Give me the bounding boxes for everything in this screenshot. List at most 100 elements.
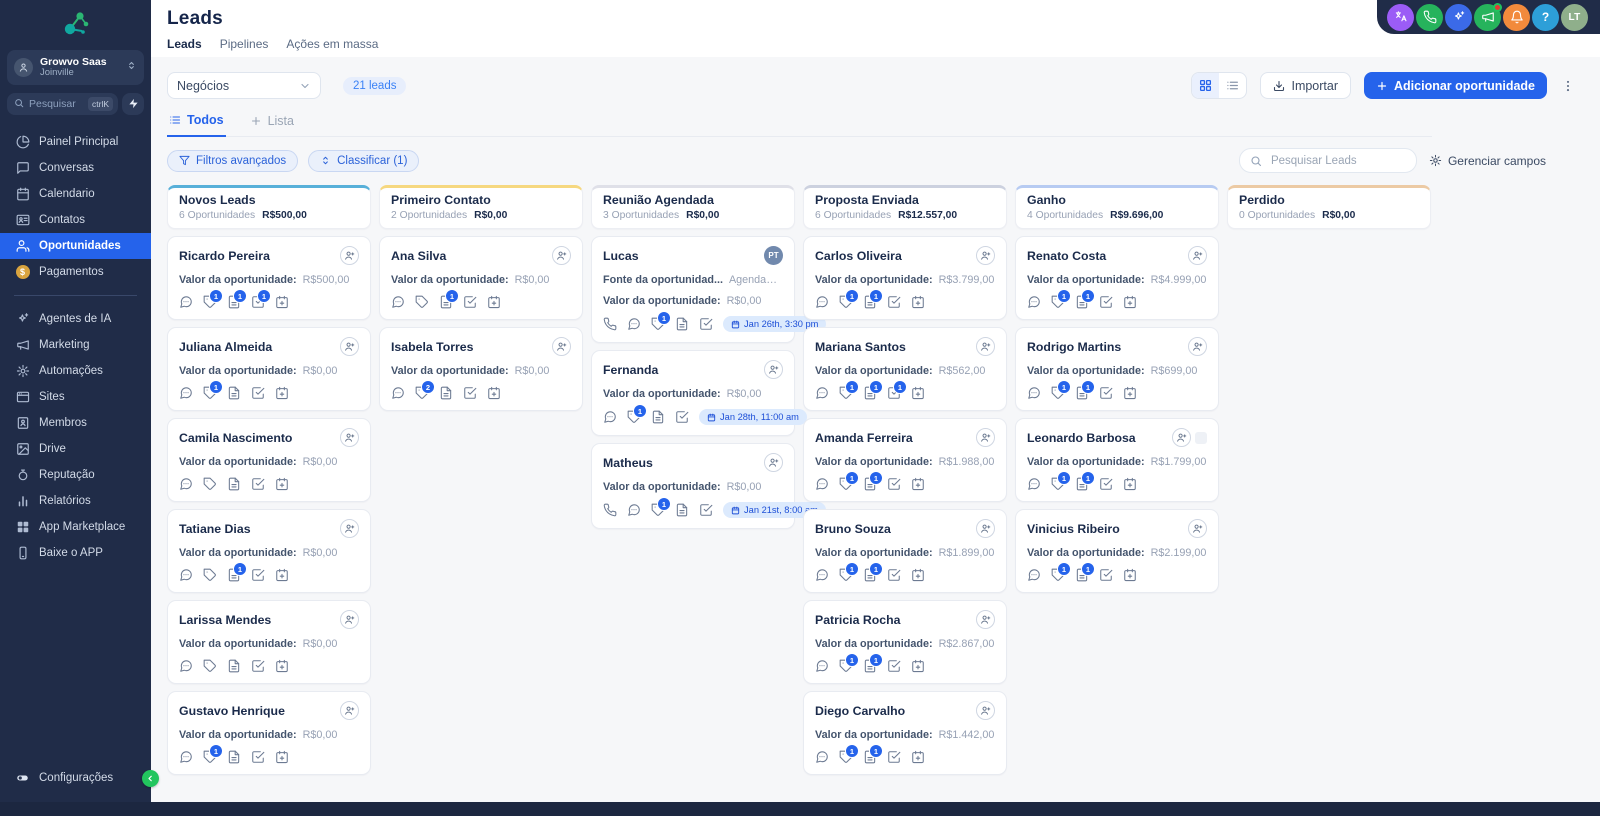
card-task-icon[interactable]: [699, 317, 713, 331]
assign-user-button[interactable]: [976, 610, 995, 629]
opportunity-card[interactable]: Juliana Almeida Valor da oportunidade: R…: [167, 327, 371, 411]
sidebar-item-calendar[interactable]: Calendario: [0, 181, 151, 207]
column-header[interactable]: Primeiro Contato 2 Oportunidades R$0,00: [379, 185, 583, 229]
assign-user-button[interactable]: [552, 246, 571, 265]
sidebar-item-reports[interactable]: Relatórios: [0, 488, 151, 514]
card-chat-icon[interactable]: [179, 477, 193, 491]
card-calendar-icon[interactable]: [911, 477, 925, 491]
card-phone-icon[interactable]: [603, 503, 617, 517]
card-chat-icon[interactable]: [391, 386, 405, 400]
card-task-icon[interactable]: [887, 295, 901, 309]
header-nav-a-es-em-massa[interactable]: Ações em massa: [286, 37, 378, 51]
card-note-icon[interactable]: [651, 410, 665, 424]
header-action-translate[interactable]: [1387, 3, 1414, 31]
card-note-icon[interactable]: [227, 477, 241, 491]
header-action-sparkles[interactable]: [1445, 3, 1472, 31]
opportunity-card[interactable]: Vinicius Ribeiro Valor da oportunidade: …: [1015, 509, 1219, 593]
card-chat-icon[interactable]: [815, 386, 829, 400]
opportunity-card[interactable]: Patricia Rocha Valor da oportunidade: R$…: [803, 600, 1007, 684]
sidebar-item-reputation[interactable]: Reputação: [0, 462, 151, 488]
header-nav-pipelines[interactable]: Pipelines: [220, 37, 269, 51]
sort-button[interactable]: Classificar (1): [308, 149, 420, 172]
card-phone-icon[interactable]: [603, 317, 617, 331]
opportunity-card[interactable]: Ricardo Pereira Valor da oportunidade: R…: [167, 236, 371, 320]
card-chat-icon[interactable]: [179, 568, 193, 582]
opportunity-card[interactable]: Gustavo Henrique Valor da oportunidade: …: [167, 691, 371, 775]
sidebar-item-marketplace[interactable]: App Marketplace: [0, 514, 151, 540]
sidebar-item-mobile-app[interactable]: Baixe o APP: [0, 540, 151, 566]
sidebar-item-dashboard[interactable]: Painel Principal: [0, 129, 151, 155]
assign-user-button[interactable]: [1188, 246, 1207, 265]
card-chat-icon[interactable]: [1027, 386, 1041, 400]
opportunity-card[interactable]: Bruno Souza Valor da oportunidade: R$1.8…: [803, 509, 1007, 593]
card-note-icon[interactable]: 1: [439, 289, 459, 309]
card-task-icon[interactable]: 1: [251, 289, 271, 309]
card-calendar-icon[interactable]: [1123, 295, 1137, 309]
card-calendar-icon[interactable]: [911, 386, 925, 400]
assign-user-button[interactable]: [340, 701, 359, 720]
assign-user-button[interactable]: [340, 610, 359, 629]
assign-user-button[interactable]: [552, 337, 571, 356]
card-note-icon[interactable]: 1: [863, 562, 883, 582]
card-task-icon[interactable]: [887, 568, 901, 582]
assign-user-button[interactable]: [764, 360, 783, 379]
opportunity-card[interactable]: Isabela Torres Valor da oportunidade: R$…: [379, 327, 583, 411]
assign-user-button[interactable]: [976, 701, 995, 720]
card-task-icon[interactable]: [251, 750, 265, 764]
list-view-button[interactable]: [1219, 73, 1246, 98]
grid-view-button[interactable]: [1192, 73, 1220, 98]
card-calendar-icon[interactable]: [911, 750, 925, 764]
sidebar-item-payments[interactable]: $ Pagamentos: [0, 259, 151, 285]
card-tag-icon[interactable]: [203, 659, 217, 673]
sidebar-item-members[interactable]: Membros: [0, 410, 151, 436]
opportunity-card[interactable]: Leonardo Barbosa Valor da oportunidade: …: [1015, 418, 1219, 502]
card-task-icon[interactable]: [251, 659, 265, 673]
assign-user-button[interactable]: [340, 428, 359, 447]
card-chat-icon[interactable]: [603, 410, 617, 424]
app-logo[interactable]: [0, 0, 151, 48]
assign-user-button[interactable]: [976, 519, 995, 538]
assign-user-button[interactable]: [340, 246, 359, 265]
card-chat-icon[interactable]: [815, 750, 829, 764]
card-calendar-icon[interactable]: [275, 568, 289, 582]
opportunity-card[interactable]: Diego Carvalho Valor da oportunidade: R$…: [803, 691, 1007, 775]
card-tag-icon[interactable]: 1: [627, 404, 647, 424]
card-calendar-icon[interactable]: [1123, 477, 1137, 491]
sidebar-collapse-button[interactable]: [142, 770, 159, 787]
sidebar-item-contacts[interactable]: Contatos: [0, 207, 151, 233]
card-note-icon[interactable]: 1: [1075, 471, 1095, 491]
card-note-icon[interactable]: 1: [1075, 289, 1095, 309]
opportunity-card[interactable]: Mariana Santos Valor da oportunidade: R$…: [803, 327, 1007, 411]
card-tag-icon[interactable]: 1: [1051, 289, 1071, 309]
sidebar-item-conversations[interactable]: Conversas: [0, 155, 151, 181]
card-task-icon[interactable]: [887, 659, 901, 673]
card-note-icon[interactable]: 1: [863, 471, 883, 491]
advanced-filters-button[interactable]: Filtros avançados: [167, 149, 299, 172]
appointment-chip[interactable]: Jan 28th, 11:00 am: [699, 409, 807, 425]
card-note-icon[interactable]: 1: [1075, 562, 1095, 582]
sidebar-item-marketing[interactable]: Marketing: [0, 332, 151, 358]
card-chat-icon[interactable]: [627, 317, 641, 331]
opportunity-card[interactable]: Fernanda Valor da oportunidade: R$0,00 1…: [591, 350, 807, 436]
card-chat-icon[interactable]: [179, 386, 193, 400]
card-chat-icon[interactable]: [179, 659, 193, 673]
column-header[interactable]: Perdido 0 Oportunidades R$0,00: [1227, 185, 1431, 229]
card-chat-icon[interactable]: [179, 295, 193, 309]
more-options-button[interactable]: [1560, 79, 1576, 93]
sidebar-search-input[interactable]: Pesquisar ctrlK: [7, 92, 118, 115]
opportunity-card[interactable]: Amanda Ferreira Valor da oportunidade: R…: [803, 418, 1007, 502]
card-task-icon[interactable]: [699, 503, 713, 517]
card-tag-icon[interactable]: 1: [839, 471, 859, 491]
assign-user-button[interactable]: [976, 246, 995, 265]
card-tag-icon[interactable]: 1: [1051, 380, 1071, 400]
card-tag-icon[interactable]: 1: [839, 289, 859, 309]
header-action-bell[interactable]: [1503, 3, 1530, 31]
sidebar-item-sites[interactable]: Sites: [0, 384, 151, 410]
card-note-icon[interactable]: [675, 503, 689, 517]
opportunity-card[interactable]: Matheus Valor da oportunidade: R$0,00 1 …: [591, 443, 826, 529]
opportunity-card[interactable]: Carlos Oliveira Valor da oportunidade: R…: [803, 236, 1007, 320]
sidebar-item-opportunities[interactable]: Oportunidades: [0, 232, 151, 259]
card-calendar-icon[interactable]: [275, 750, 289, 764]
card-chat-icon[interactable]: [815, 477, 829, 491]
card-note-icon[interactable]: 1: [863, 380, 883, 400]
